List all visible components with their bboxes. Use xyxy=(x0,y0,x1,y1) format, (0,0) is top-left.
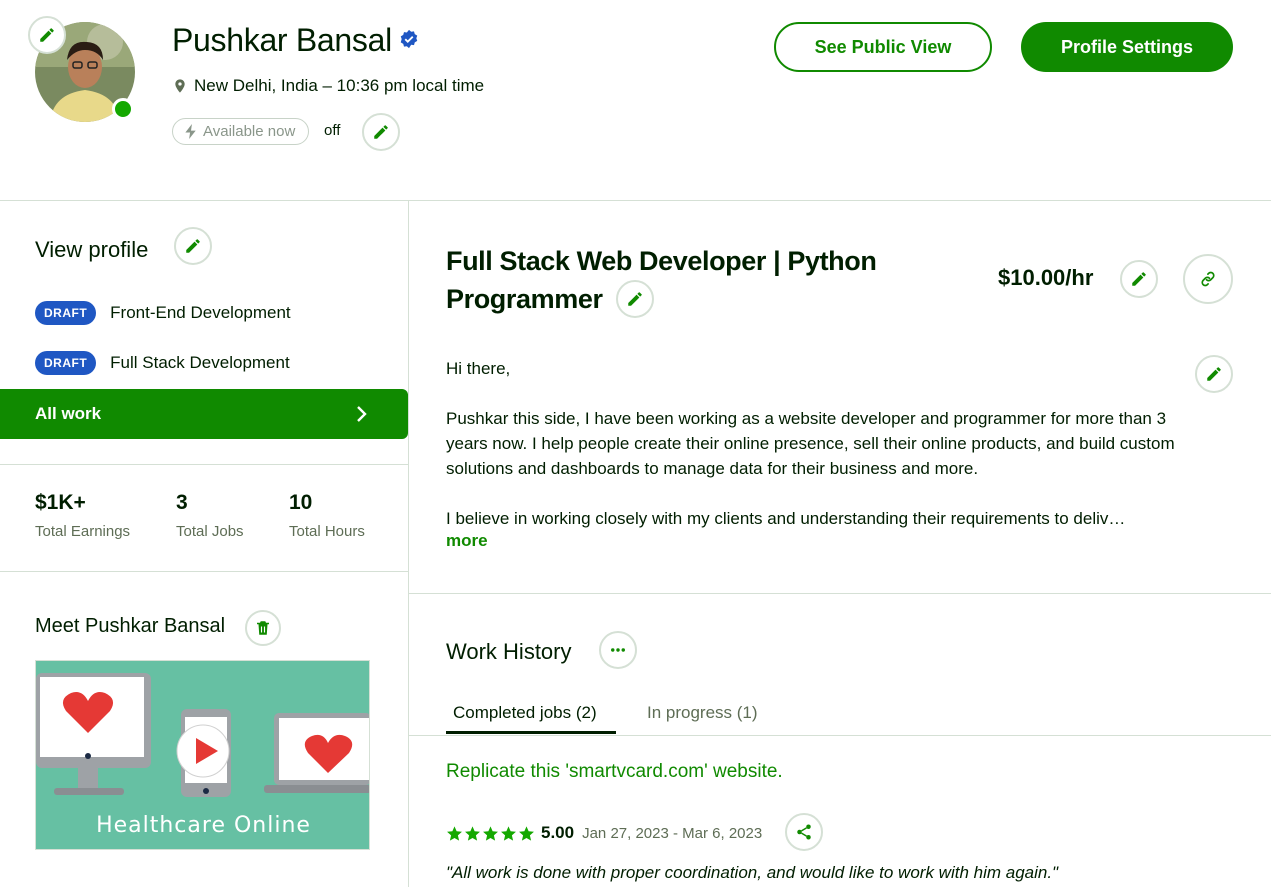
more-horizontal-icon xyxy=(611,648,625,652)
star-icon xyxy=(465,825,480,841)
hourly-rate: $10.00/hr xyxy=(998,265,1094,290)
trash-icon xyxy=(257,621,269,635)
star-icon xyxy=(501,825,516,841)
draft-badge: DRAFT xyxy=(35,351,97,375)
location-line: New Delhi, India – 10:36 pm local time xyxy=(172,76,484,96)
divider xyxy=(409,735,1271,736)
stat-value: $1K+ xyxy=(35,491,86,514)
star-icon xyxy=(519,825,534,841)
location-text: New Delhi, India – 10:36 pm local time xyxy=(194,76,485,95)
stat-total-jobs: 3 Total Jobs xyxy=(176,491,244,540)
stat-value: 10 xyxy=(289,491,313,514)
edit-rate-button[interactable] xyxy=(1120,260,1158,298)
intro-video-thumbnail[interactable]: Healthcare Online xyxy=(35,660,370,850)
profile-settings-button[interactable]: Profile Settings xyxy=(1021,22,1233,72)
view-profile-heading: View profile xyxy=(35,237,149,262)
divider xyxy=(409,593,1271,594)
divider xyxy=(0,571,408,572)
stat-total-hours: 10 Total Hours xyxy=(289,491,365,540)
job-meta: 5.00 Jan 27, 2023 - Mar 6, 2023 xyxy=(446,823,762,843)
more-link[interactable]: more xyxy=(446,531,488,551)
stat-value: 3 xyxy=(176,491,188,514)
edit-headline-button[interactable] xyxy=(616,280,654,318)
draft-badge: DRAFT xyxy=(35,301,97,325)
share-job-button[interactable] xyxy=(785,813,823,851)
pencil-icon xyxy=(374,125,388,139)
pencil-icon xyxy=(1207,367,1221,381)
meet-heading: Meet Pushkar Bansal xyxy=(35,615,226,637)
video-caption: Healthcare Online xyxy=(96,813,311,838)
specialized-profile-item[interactable]: DRAFT Full Stack Development xyxy=(35,351,290,375)
work-history-options-button[interactable] xyxy=(599,631,637,669)
online-status-dot xyxy=(112,98,134,120)
share-icon xyxy=(797,824,811,840)
edit-photo-button[interactable] xyxy=(28,16,66,54)
star-icon xyxy=(483,825,498,841)
profile-header: Pushkar Bansal New Delhi, India – 10:36 … xyxy=(0,0,1271,201)
overview-paragraph: I believe in working closely with my cli… xyxy=(446,509,1126,528)
profile-name: Pushkar Bansal xyxy=(172,22,392,58)
specialized-profile-label: Front-End Development xyxy=(110,303,291,322)
stat-label: Total Jobs xyxy=(176,523,244,540)
see-public-view-button[interactable]: See Public View xyxy=(774,22,992,72)
copy-link-button[interactable] xyxy=(1183,254,1233,304)
job-title-link[interactable]: Replicate this 'smartvcard.com' website. xyxy=(446,761,783,783)
rating-stars xyxy=(446,825,535,842)
specialized-profile-item[interactable]: DRAFT Front-End Development xyxy=(35,301,291,325)
delete-video-button[interactable] xyxy=(245,610,281,646)
edit-profiles-button[interactable] xyxy=(174,227,212,265)
pencil-icon xyxy=(1132,272,1146,286)
all-work-label: All work xyxy=(35,404,102,423)
link-icon xyxy=(1201,271,1215,287)
edit-overview-button[interactable] xyxy=(1195,355,1233,393)
left-sidebar: View profile DRAFT Front-End Development… xyxy=(0,201,409,887)
tab-in-progress[interactable]: In progress (1) xyxy=(647,703,758,723)
edit-availability-button[interactable] xyxy=(362,113,400,151)
verified-badge-icon xyxy=(400,29,418,49)
rating-value: 5.00 xyxy=(541,823,575,842)
pencil-icon xyxy=(628,292,642,306)
star-icon xyxy=(447,825,462,841)
tab-completed-jobs[interactable]: Completed jobs (2) xyxy=(453,703,597,723)
chevron-right-icon xyxy=(357,406,367,422)
overview-paragraph: Pushkar this side, I have been working a… xyxy=(446,409,1175,478)
overview-paragraph: Hi there, xyxy=(446,359,511,378)
lightning-icon xyxy=(185,124,196,139)
work-history-heading: Work History xyxy=(446,639,572,664)
availability-state: off xyxy=(324,122,341,139)
job-dates: Jan 27, 2023 - Mar 6, 2023 xyxy=(582,824,763,842)
divider xyxy=(0,464,408,465)
all-work-button[interactable]: All work xyxy=(0,389,408,439)
pencil-icon xyxy=(40,28,54,42)
stat-total-earnings: $1K+ Total Earnings xyxy=(35,491,130,540)
active-tab-indicator xyxy=(446,731,616,734)
stat-label: Total Hours xyxy=(289,523,365,540)
profile-headline: Full Stack Web Developer | Python Progra… xyxy=(446,246,877,314)
specialized-profile-label: Full Stack Development xyxy=(110,353,290,372)
availability-badge[interactable]: Available now xyxy=(172,118,310,145)
client-review: "All work is done with proper coordinati… xyxy=(446,863,1059,882)
profile-overview: Hi there, Pushkar this side, I have been… xyxy=(446,356,1186,556)
map-pin-icon xyxy=(175,79,185,93)
stat-label: Total Earnings xyxy=(35,523,131,540)
pencil-icon xyxy=(186,239,200,253)
availability-label: Available now xyxy=(203,123,296,140)
